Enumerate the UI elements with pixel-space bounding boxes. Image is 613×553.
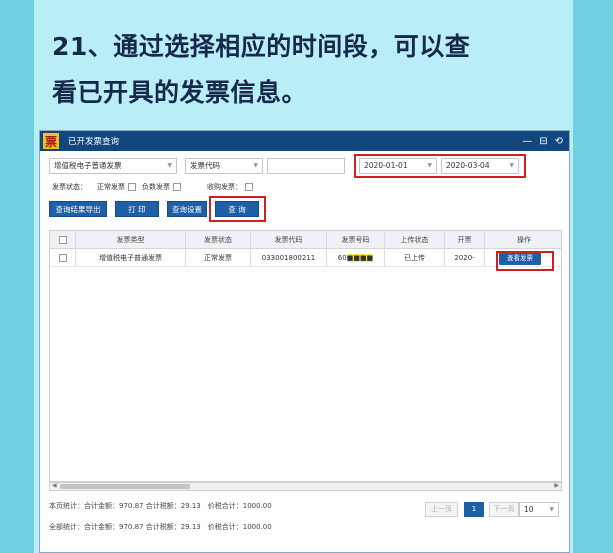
scroll-left-icon[interactable]: ◀ <box>52 482 57 489</box>
query-button-highlight <box>209 196 266 222</box>
select-all-checkbox[interactable] <box>58 236 67 244</box>
scrollbar-thumb[interactable] <box>60 484 190 489</box>
page-size-select[interactable]: 10 ▼ <box>519 502 559 517</box>
chevron-down-icon: ▼ <box>549 506 554 513</box>
normal-invoice-checkbox[interactable] <box>128 183 136 191</box>
keyword-input[interactable] <box>267 158 345 174</box>
horizontal-scrollbar[interactable]: ◀ ▶ <box>49 482 562 491</box>
query-field-value: 发票代码 <box>190 161 220 170</box>
prev-page-button[interactable]: 上一页 <box>425 502 458 517</box>
all-summary: 全部统计：合计金额：970.87 合计税额：29.13 价税合计：1000.00 <box>49 523 272 531</box>
window-titlebar: 票 已开发票查询 — ⊟ ⟲ <box>40 131 569 151</box>
page-size-value: 10 <box>524 505 534 514</box>
export-results-button[interactable]: 查询结果导出 <box>49 201 107 217</box>
filter-row: 增值税电子普通发票 ▼ 发票代码 ▼ 2020-01-01 ▼ 2020-03-… <box>49 154 569 178</box>
headline-line-1: 21、通过选择相应的时间段，可以查 <box>52 32 471 61</box>
cell-upload-status: 已上传 <box>385 249 445 267</box>
header-invoice-number: 发票号码 <box>327 231 385 249</box>
window-controls: — ⊟ ⟲ <box>522 136 569 147</box>
invoice-number-masked: ■■■■ <box>346 254 374 262</box>
normal-invoice-label: 正常发票 <box>97 183 125 191</box>
negative-invoice-checkbox[interactable] <box>173 183 181 191</box>
header-invoice-status: 发票状态 <box>186 231 251 249</box>
chevron-down-icon: ▼ <box>253 162 258 169</box>
scroll-right-icon[interactable]: ▶ <box>554 482 559 489</box>
background-left-strip <box>0 0 34 553</box>
header-issue-date: 开票 <box>445 231 485 249</box>
date-range-highlight <box>354 154 526 178</box>
cell-invoice-code: 033001800211 <box>251 249 327 267</box>
negative-invoice-label: 负数发票 <box>142 183 170 191</box>
header-upload-status: 上传状态 <box>385 231 445 249</box>
invoice-type-value: 增值税电子普通发票 <box>54 161 122 170</box>
table-header-row: 发票类型 发票状态 发票代码 发票号码 上传状态 开票 操作 <box>50 231 561 249</box>
minimize-icon[interactable]: — <box>522 136 532 147</box>
back-icon[interactable]: ⟲ <box>555 136 563 147</box>
print-button[interactable]: 打 印 <box>115 201 159 217</box>
void-invoice-label: 收购发票： <box>207 183 242 191</box>
table-row[interactable]: 增值税电子普通发票 正常发票 033001800211 60■■■■ 已上传 2… <box>50 249 561 267</box>
page-1-button[interactable]: 1 <box>464 502 484 517</box>
page-summary: 本页统计：合计金额：970.87 合计税额：29.13 价税合计：1000.00 <box>49 502 272 510</box>
header-select-all[interactable] <box>50 231 76 249</box>
status-label: 发票状态： <box>52 183 87 191</box>
invoice-type-select[interactable]: 增值税电子普通发票 ▼ <box>49 158 177 174</box>
cell-invoice-status: 正常发票 <box>186 249 251 267</box>
invoice-number-prefix: 60 <box>337 254 347 262</box>
headline-line-2: 看已开具的发票信息。 <box>52 78 308 107</box>
view-invoice-highlight <box>496 251 554 271</box>
next-page-button[interactable]: 下一页 <box>489 502 519 517</box>
status-filter-row: 发票状态： 正常发票 负数发票 收购发票： <box>52 182 259 192</box>
chevron-down-icon: ▼ <box>167 162 172 169</box>
row-checkbox[interactable] <box>58 254 67 262</box>
row-select[interactable] <box>50 249 76 267</box>
background-right-strip <box>573 0 613 553</box>
cell-issue-date: 2020- <box>445 249 485 267</box>
instruction-headline: 21、通过选择相应的时间段，可以查 看已开具的发票信息。 <box>52 24 562 116</box>
window-title: 已开发票查询 <box>68 137 120 147</box>
cell-invoice-number: 60■■■■ <box>327 249 385 267</box>
header-invoice-code: 发票代码 <box>251 231 327 249</box>
invoice-logo-icon: 票 <box>43 133 59 149</box>
invoice-query-window: 票 已开发票查询 — ⊟ ⟲ 增值税电子普通发票 ▼ 发票代码 ▼ 2020-0… <box>39 130 570 553</box>
cell-invoice-type: 增值税电子普通发票 <box>76 249 186 267</box>
query-settings-button[interactable]: 查询设置 <box>167 201 207 217</box>
header-invoice-type: 发票类型 <box>76 231 186 249</box>
restore-icon[interactable]: ⊟ <box>539 136 547 147</box>
query-field-select[interactable]: 发票代码 ▼ <box>185 158 263 174</box>
void-invoice-checkbox[interactable] <box>245 183 253 191</box>
invoice-table: 发票类型 发票状态 发票代码 发票号码 上传状态 开票 操作 增值税电子普通发票… <box>49 230 562 482</box>
header-actions: 操作 <box>517 236 531 244</box>
